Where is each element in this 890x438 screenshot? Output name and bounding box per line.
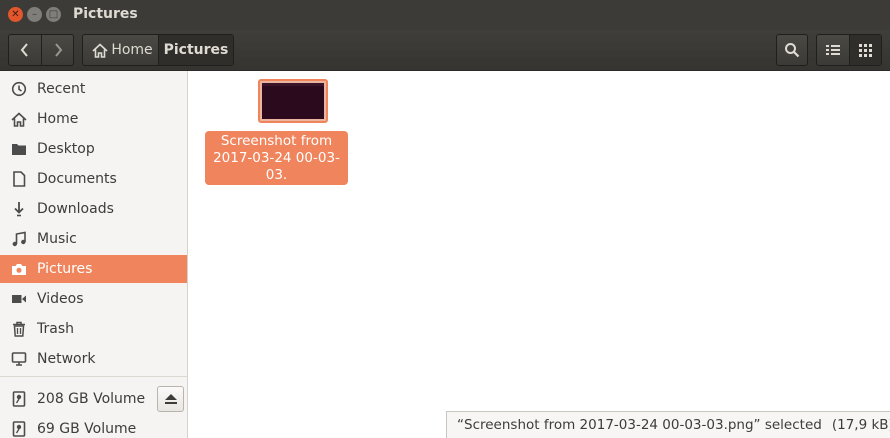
sidebar-item-label: Recent (37, 81, 86, 97)
sidebar-item-music[interactable]: Music (0, 225, 187, 253)
sidebar-item-label: 208 GB Volume (37, 391, 146, 407)
grid-view-icon (859, 43, 872, 57)
document-icon (10, 170, 28, 188)
camera-icon (10, 260, 28, 278)
breadcrumb: Home Pictures (82, 34, 234, 66)
file-view[interactable]: Screenshot from 2017-03-24 00-03-03. png (188, 71, 890, 438)
file-name-label[interactable]: Screenshot from 2017-03-24 00-03-03. png (205, 131, 348, 200)
back-button[interactable] (9, 35, 41, 65)
eject-button[interactable] (157, 386, 184, 412)
selection-size: (17,9 kB) (831, 417, 890, 433)
sidebar-item-home[interactable]: Home (0, 105, 187, 133)
sidebar-item-label: Trash (37, 321, 74, 337)
sidebar-separator (0, 376, 187, 377)
network-icon (10, 350, 28, 368)
title-bar: ✕ – □ Pictures (0, 0, 890, 30)
close-window-button[interactable]: ✕ (8, 7, 23, 22)
toolbar: Home Pictures (0, 30, 890, 71)
breadcrumb-pictures[interactable]: Pictures (158, 35, 233, 65)
maximize-window-button[interactable]: □ (46, 7, 61, 22)
sidebar-item-recent[interactable]: Recent (0, 75, 187, 103)
search-button-group (776, 34, 808, 66)
breadcrumb-home[interactable]: Home (83, 35, 158, 65)
navigation-buttons (8, 34, 74, 66)
eject-icon (164, 394, 177, 404)
list-view-button[interactable] (817, 35, 849, 65)
sidebar-item-label: Network (37, 351, 96, 367)
sidebar-item-label: Home (37, 111, 79, 127)
sidebar-item-label: Downloads (37, 201, 114, 217)
thumbnail-preview (262, 83, 324, 119)
sidebar-item-pictures[interactable]: Pictures (0, 255, 187, 283)
video-icon (10, 290, 28, 308)
breadcrumb-pictures-label: Pictures (163, 42, 229, 58)
trash-icon (10, 320, 28, 338)
music-icon (10, 230, 28, 248)
home-icon (10, 110, 28, 128)
breadcrumb-home-label: Home (111, 42, 153, 58)
home-icon (92, 42, 108, 58)
grid-view-button[interactable] (849, 35, 881, 65)
forward-button[interactable] (41, 35, 73, 65)
search-button[interactable] (777, 35, 807, 65)
drive-icon (10, 420, 28, 438)
sidebar-item-label: Desktop (37, 141, 95, 157)
chevron-right-icon (54, 43, 62, 57)
clock-icon (10, 80, 28, 98)
selection-status: “Screenshot from 2017-03-24 00-03-03.png… (457, 417, 822, 433)
status-bar: “Screenshot from 2017-03-24 00-03-03.png… (446, 411, 890, 438)
sidebar-item-videos[interactable]: Videos (0, 285, 187, 313)
sidebar-item-trash[interactable]: Trash (0, 315, 187, 343)
sidebar-item-208gb-volume[interactable]: 208 GB Volume (0, 385, 187, 413)
sidebar-item-downloads[interactable]: Downloads (0, 195, 187, 223)
list-view-icon (826, 45, 840, 55)
chevron-left-icon (20, 43, 28, 57)
minimize-window-button[interactable]: – (27, 7, 42, 22)
file-name-line: png (263, 184, 290, 200)
sidebar-item-label: Documents (37, 171, 117, 187)
window-title: Pictures (73, 6, 138, 22)
sidebar-item-documents[interactable]: Documents (0, 165, 187, 193)
sidebar-item-69gb-volume[interactable]: 69 GB Volume (0, 415, 187, 438)
file-name-line: 2017-03-24 00-03-03. (213, 150, 340, 183)
folder-icon (10, 140, 28, 158)
sidebar-item-desktop[interactable]: Desktop (0, 135, 187, 163)
file-thumbnail[interactable] (258, 79, 328, 123)
drive-icon (10, 390, 28, 408)
sidebar-item-label: Videos (37, 291, 84, 307)
sidebar-item-label: 69 GB Volume (37, 421, 137, 437)
sidebar-item-label: Pictures (37, 261, 93, 277)
file-name-line: Screenshot from (220, 133, 333, 149)
sidebar-item-label: Music (37, 231, 77, 247)
search-icon (785, 43, 800, 58)
sidebar: Recent Home Desktop Documents Downloads … (0, 71, 188, 438)
download-icon (10, 200, 28, 218)
view-mode-buttons (816, 34, 882, 66)
sidebar-item-network[interactable]: Network (0, 345, 187, 373)
